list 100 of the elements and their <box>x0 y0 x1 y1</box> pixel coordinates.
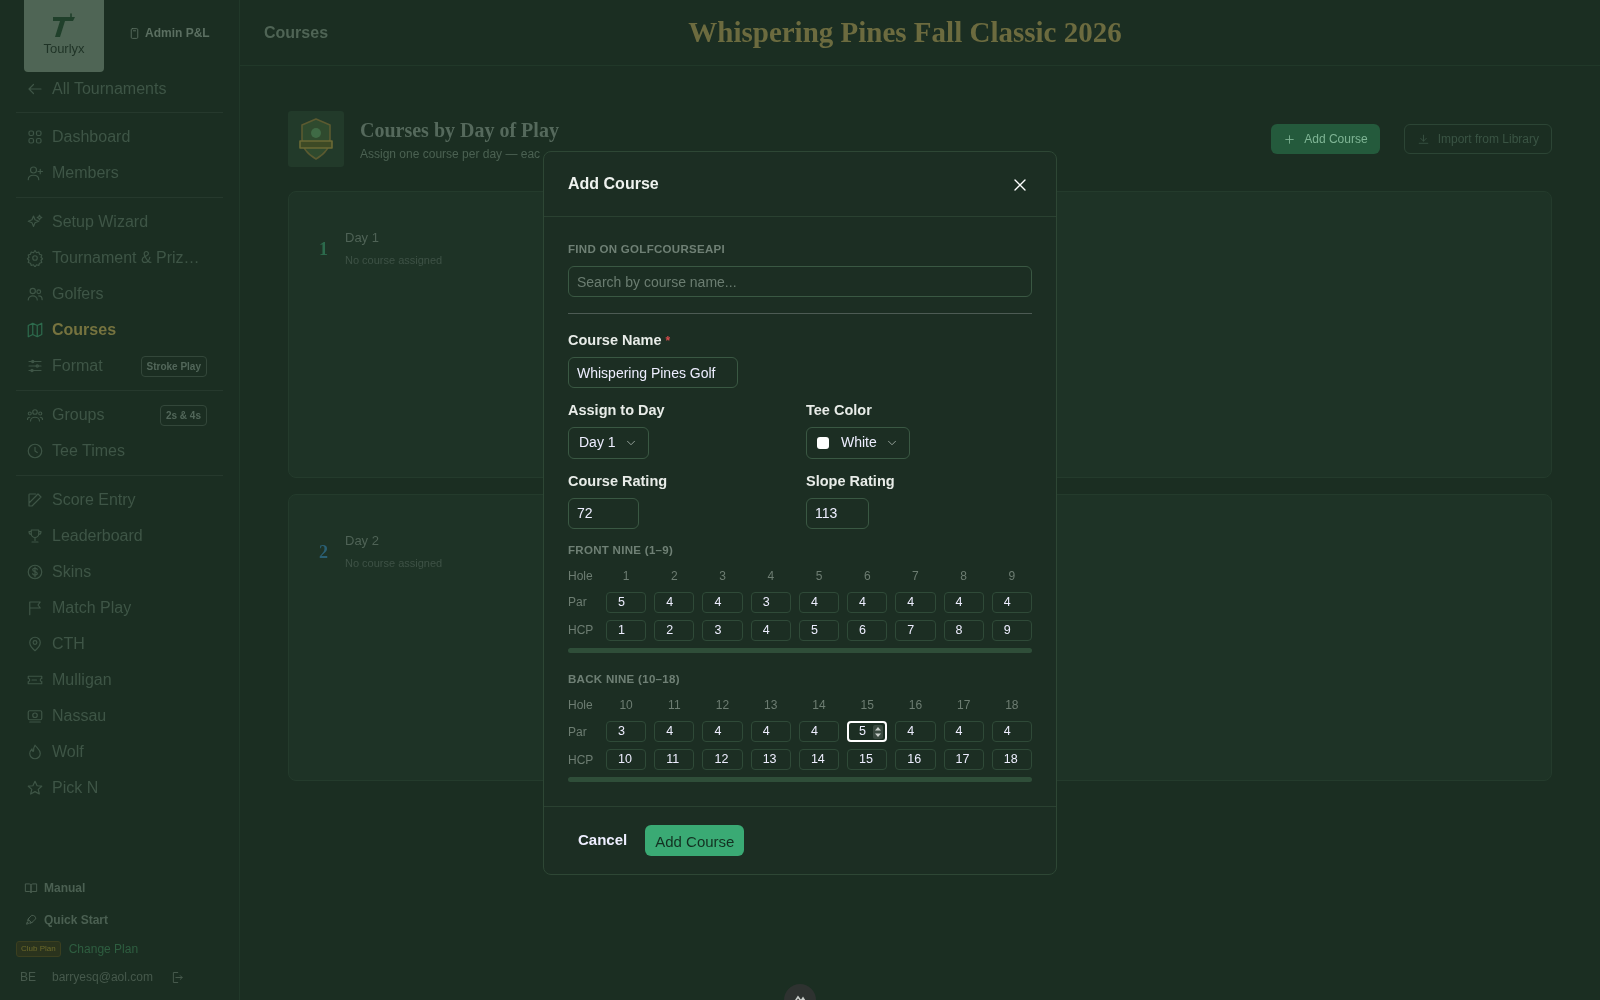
par-field[interactable]: 3 <box>606 721 647 742</box>
par-field[interactable]: 5 <box>606 591 647 613</box>
par-field[interactable]: 4 <box>943 721 984 742</box>
section-label: BACK NINE (10–18) <box>568 671 681 687</box>
hcp-field[interactable]: 2 <box>654 619 695 641</box>
hole-number: 14 <box>811 697 827 714</box>
section-label: FRONT NINE (1–9) <box>568 542 675 558</box>
clock-icon <box>26 442 44 460</box>
hole-number: 3 <box>718 567 727 585</box>
hole-number: 5 <box>814 567 824 585</box>
slope-rating-field[interactable]: 113 <box>806 497 869 529</box>
par-field[interactable]: 5 <box>847 721 888 742</box>
par-field[interactable]: 4 <box>847 591 888 613</box>
grid-icon <box>26 128 44 146</box>
course-rating-field[interactable]: 72 <box>568 497 639 529</box>
plus-icon <box>1283 132 1297 146</box>
hcp-field[interactable]: 16 <box>895 749 936 770</box>
spinner-icon[interactable] <box>873 725 884 739</box>
field-label: Slope Rating <box>806 471 895 491</box>
par-field[interactable]: 4 <box>991 721 1032 742</box>
row-label: Hole <box>568 697 594 714</box>
add-course-button[interactable]: Add Course <box>1271 124 1380 154</box>
format-tag: Stroke Play <box>140 355 207 377</box>
par-field[interactable]: 4 <box>895 721 936 742</box>
star-icon <box>26 779 44 797</box>
par-field[interactable]: 4 <box>750 721 791 742</box>
hcp-field[interactable]: 7 <box>895 619 936 641</box>
hole-number: 9 <box>1007 567 1017 585</box>
hole-number: 13 <box>763 697 779 714</box>
field-label: Course Name <box>568 332 662 349</box>
tournament-title: Whispering Pines Fall Classic 2026 <box>688 14 1122 50</box>
hole-number: 16 <box>907 697 924 714</box>
group-icon <box>26 406 44 424</box>
search-field[interactable]: Search by course name... <box>568 266 1032 298</box>
par-field[interactable]: 4 <box>702 721 743 742</box>
par-field[interactable]: 4 <box>895 591 936 613</box>
day-select[interactable]: Day 1 <box>568 426 649 459</box>
field-label: Tee Color <box>806 401 873 420</box>
sliders-icon <box>26 357 44 375</box>
hole-number: 8 <box>959 567 968 585</box>
par-field[interactable]: 4 <box>798 721 840 742</box>
submit-button[interactable]: Add Course <box>645 824 745 856</box>
hole-number: 2 <box>670 567 679 585</box>
trophy-icon <box>26 527 44 545</box>
hcp-field[interactable]: 4 <box>750 619 791 641</box>
par-field[interactable]: 3 <box>750 591 791 613</box>
scroll-bar[interactable] <box>568 647 1032 653</box>
field-label: Assign to Day <box>568 401 666 420</box>
user-plus-icon <box>26 164 44 182</box>
hcp-field[interactable]: 15 <box>847 749 888 770</box>
hole-number: 7 <box>911 567 920 585</box>
hcp-field[interactable]: 13 <box>750 749 791 770</box>
flame-icon <box>26 743 44 761</box>
hcp-field[interactable]: 3 <box>702 619 743 641</box>
hcp-field[interactable]: 10 <box>606 749 647 770</box>
hole-number: 11 <box>667 697 682 714</box>
cancel-button[interactable]: Cancel <box>568 823 638 858</box>
par-field[interactable]: 4 <box>654 721 695 742</box>
color-swatch <box>817 436 829 449</box>
banknote-icon <box>26 707 44 725</box>
hole-number: 6 <box>862 567 872 585</box>
hcp-field[interactable]: 11 <box>654 749 695 770</box>
hcp-field[interactable]: 5 <box>798 619 840 641</box>
map-icon <box>26 321 44 339</box>
row-label: Par <box>568 723 588 741</box>
hcp-field[interactable]: 9 <box>991 619 1032 641</box>
dollar-icon <box>26 563 44 581</box>
hcp-field[interactable]: 12 <box>702 749 743 770</box>
phone-icon <box>128 26 141 40</box>
hole-number: 1 <box>621 567 631 585</box>
course-name-field[interactable]: Whispering Pines Golf <box>568 357 738 388</box>
par-field[interactable]: 4 <box>702 591 743 613</box>
pin-icon <box>26 635 44 653</box>
crest-icon <box>288 111 344 167</box>
hcp-field[interactable]: 6 <box>847 619 888 641</box>
par-field[interactable]: 4 <box>654 591 695 613</box>
pencil-icon <box>26 491 44 509</box>
book-icon <box>24 881 38 895</box>
hole-number: 10 <box>618 697 634 714</box>
people-icon <box>26 285 44 303</box>
row-label: HCP <box>568 751 595 769</box>
par-field[interactable]: 4 <box>991 591 1032 613</box>
hcp-field[interactable]: 17 <box>943 749 984 770</box>
day-number: 2 <box>319 541 329 564</box>
flag-icon <box>26 599 44 617</box>
hole-number: 17 <box>955 697 972 714</box>
tee-color-select[interactable]: White <box>806 426 910 459</box>
hcp-field[interactable]: 18 <box>991 749 1032 770</box>
field-label: Course Rating <box>568 471 669 491</box>
modal-title: Add Course <box>568 174 659 194</box>
par-field[interactable]: 4 <box>798 591 840 613</box>
hcp-field[interactable]: 1 <box>606 619 647 641</box>
hcp-field[interactable]: 8 <box>943 619 984 641</box>
row-label: Hole <box>568 567 594 585</box>
download-icon <box>1416 132 1430 146</box>
format-tag: 2s & 4s <box>159 404 207 426</box>
hcp-field[interactable]: 14 <box>798 749 840 770</box>
hole-number: 18 <box>1004 697 1020 714</box>
scroll-bar[interactable] <box>568 777 1032 782</box>
par-field[interactable]: 4 <box>943 591 984 613</box>
